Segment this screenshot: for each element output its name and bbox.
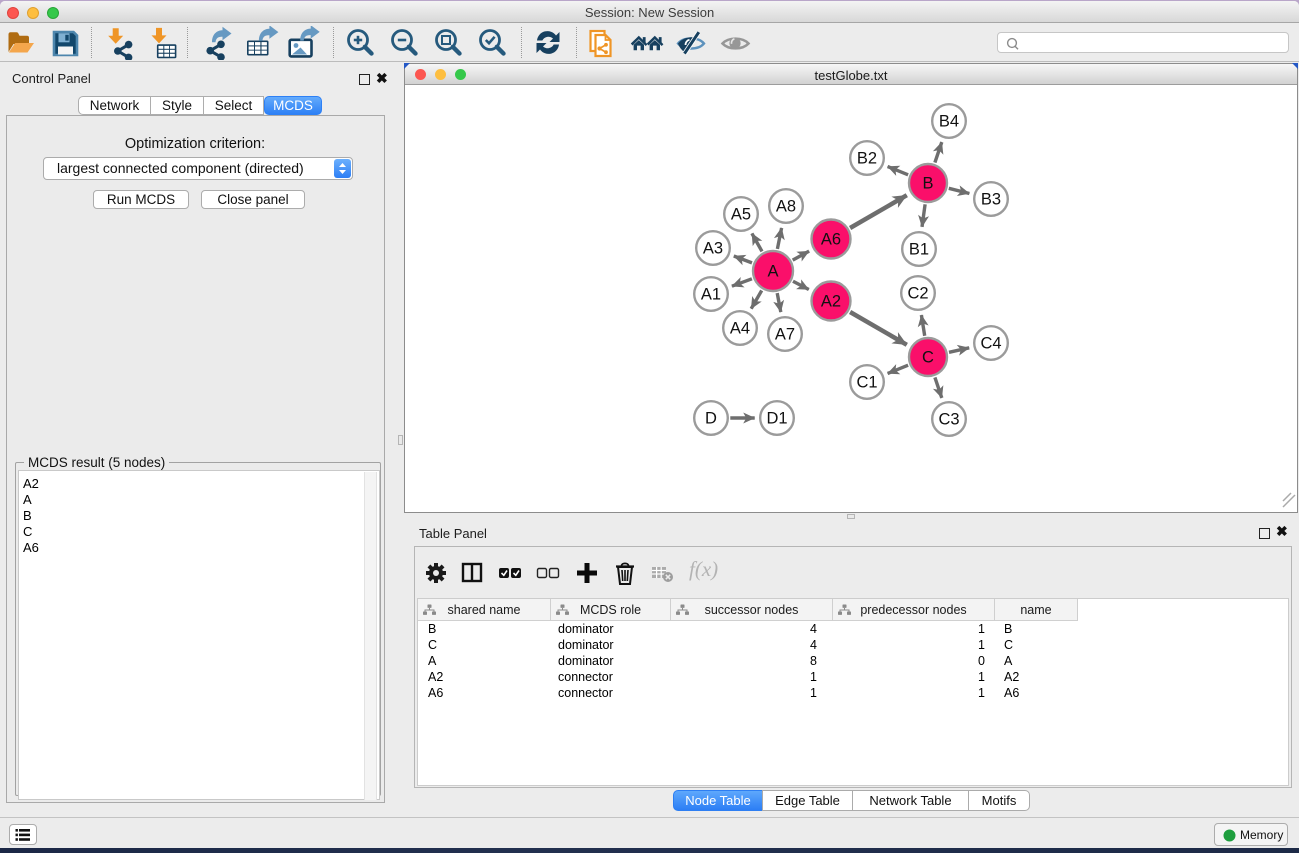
svg-text:C2: C2 [907,285,928,303]
svg-text:B: B [922,175,933,193]
svg-text:D1: D1 [766,410,787,428]
svg-text:A6: A6 [821,231,841,249]
svg-text:B1: B1 [909,241,929,259]
svg-text:B4: B4 [939,113,959,131]
svg-text:A7: A7 [775,326,795,344]
svg-text:D: D [705,410,717,428]
svg-text:C3: C3 [938,411,959,429]
svg-text:A4: A4 [730,320,750,338]
svg-text:C: C [922,349,934,367]
svg-text:B2: B2 [857,150,877,168]
svg-text:A: A [767,263,778,281]
svg-text:C1: C1 [856,374,877,392]
svg-text:A5: A5 [731,206,751,224]
svg-text:A1: A1 [701,286,721,304]
svg-text:A2: A2 [821,293,841,311]
svg-text:C4: C4 [980,335,1001,353]
svg-text:A8: A8 [776,198,796,216]
svg-text:A3: A3 [703,240,723,258]
svg-text:B3: B3 [981,191,1001,209]
